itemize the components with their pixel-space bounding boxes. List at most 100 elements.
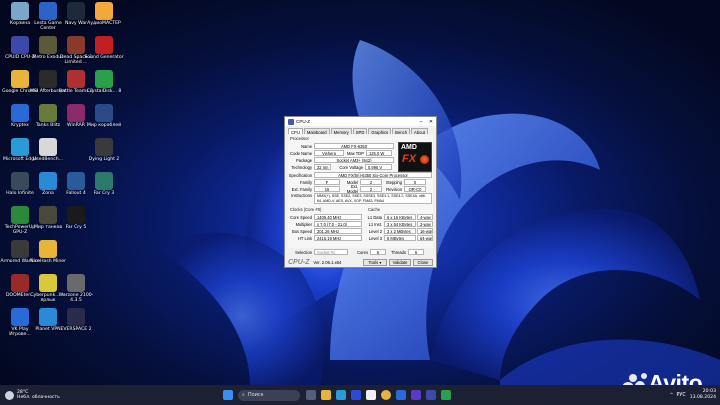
task-view-icon[interactable] — [305, 390, 316, 400]
bus-speed-value: 201.26 MHz — [314, 228, 362, 234]
cpu-name-value: AMD FX-6350 — [314, 143, 394, 149]
threads-label: Threads — [390, 249, 406, 255]
tab-graphics[interactable]: Graphics — [368, 128, 392, 135]
revision-value: OR-C0 — [404, 186, 426, 192]
cpuz-window[interactable]: CPU-Z – ✕ CPU Mainboard Memory SPD Graph… — [284, 116, 437, 268]
level3-value: 8 MBytes — [384, 235, 416, 241]
tools-button[interactable]: Tools ▾ — [363, 259, 387, 266]
tab-memory[interactable]: Memory — [330, 128, 352, 135]
technology-value: 32 nm — [314, 164, 331, 170]
cpu-tab-panel: Processor Name AMD FX-6350 Code Name Vishe… — [288, 135, 433, 248]
core-speed-label: Core Speed — [290, 214, 312, 220]
store-icon[interactable] — [350, 390, 361, 400]
avito-watermark: Avito — [620, 370, 703, 385]
file-explorer-icon[interactable] — [320, 390, 331, 400]
cache-section-label: Cache — [368, 207, 381, 212]
cpuz-tabs: CPU Mainboard Memory SPD Graphics Bench … — [285, 126, 436, 135]
close-icon[interactable]: ✕ — [426, 119, 436, 125]
vk-play-icon — [11, 308, 29, 326]
amd-fx-logo: AMD FX — [398, 142, 432, 172]
validate-button[interactable]: Validate — [389, 259, 411, 266]
multiplier-value: x 7.0 (7.0 - 21.0) — [314, 221, 362, 227]
tab-about[interactable]: About — [411, 128, 428, 135]
userbenchmark-icon — [39, 138, 57, 156]
desktop-shortcut-label: Far Cry 5 — [65, 225, 87, 230]
desktop-shortcut-label: Warzone 2100-4.3.5 — [58, 293, 94, 304]
ext-family-value: 15 — [314, 186, 340, 192]
app-taskbar-icon[interactable] — [365, 390, 376, 400]
cyberpunk-icon — [39, 274, 57, 292]
level2-assoc: 16-way — [417, 228, 433, 234]
selection-select[interactable]: Socket #1 — [314, 249, 348, 255]
level2-label: Level 2 — [368, 228, 382, 234]
amd-logo-text: AMD — [401, 144, 417, 151]
chevron-up-icon[interactable]: ^ — [670, 393, 674, 398]
navy-war-icon — [67, 2, 85, 20]
msi-afterburner-icon — [39, 70, 57, 88]
tab-bench[interactable]: Bench — [392, 128, 411, 135]
weather-widget[interactable]: 28°C Небл. облачность — [0, 390, 120, 401]
core-voltage-value: 0.996 V — [365, 164, 392, 170]
language-indicator[interactable]: РУС — [677, 393, 686, 398]
recycle-bin-icon — [11, 2, 29, 20]
level3-assoc: 64-way — [417, 235, 433, 241]
desktop-shortcut-label: UsedBench... — [32, 157, 64, 162]
cpuz-taskbar-icon[interactable] — [425, 390, 436, 400]
desktop-shortcut-label: Kryptex — [11, 123, 29, 128]
search-box[interactable]: ⌕ Поиск — [238, 389, 300, 401]
level2-value: 3 x 2 MBytes — [384, 228, 416, 234]
search-placeholder: Поиск — [247, 392, 264, 398]
search-icon: ⌕ — [242, 392, 245, 398]
tab-mainboard[interactable]: Mainboard — [303, 128, 330, 135]
tab-spd[interactable]: SPD — [352, 128, 368, 135]
cpuz-app-icon — [288, 118, 294, 125]
instructions-value: MMX(+), SSE, SSE2, SSE3, SSSE3, SSE4.1, … — [314, 193, 432, 204]
app3-taskbar-icon[interactable] — [410, 390, 421, 400]
tab-cpu[interactable]: CPU — [288, 128, 303, 135]
cpuz-titlebar[interactable]: CPU-Z – ✕ — [285, 117, 436, 126]
desktop-shortcut[interactable]: EVERSPACE 2 — [56, 308, 96, 348]
dead-space-icon — [67, 36, 85, 54]
edge-taskbar-icon[interactable] — [335, 390, 346, 400]
halo-infinite-icon — [11, 172, 29, 190]
cores-value: 6 — [370, 249, 386, 255]
battle-teams-icon — [67, 70, 85, 88]
system-tray: ^ РУС 20:03 13.08.2024 — [670, 389, 720, 400]
minimize-icon[interactable]: – — [416, 119, 426, 125]
gpu-z-icon — [11, 206, 29, 224]
tanks-blitz-icon — [39, 104, 57, 122]
l1-inst-label: L1 Inst. — [368, 221, 382, 227]
cpuz-footer: CPU-Z Ver. 2.06.1.x64 Tools ▾ Validate C… — [288, 259, 433, 266]
cpuz-version: Ver. 2.06.1.x64 — [313, 260, 342, 265]
farcry3-icon — [95, 172, 113, 190]
everspace-icon — [67, 308, 85, 326]
fx-logo-mark — [420, 155, 429, 164]
clocks-section-label: Clocks (Core #0) — [290, 207, 322, 212]
desktop-shortcut-label: CrystalDisk... 8 — [86, 89, 122, 94]
ext-family-label: Ext. Family — [291, 186, 312, 192]
weather-desc: Небл. облачность — [17, 395, 60, 400]
start-icon[interactable] — [222, 390, 233, 400]
zona-icon — [39, 172, 57, 190]
fx-logo-text: FX — [402, 153, 417, 165]
app2-taskbar-icon[interactable] — [395, 390, 406, 400]
audiomaster-icon — [95, 2, 113, 20]
l1-data-label: L1 Data — [367, 214, 382, 220]
desktop-shortcut-label: Sound Generator — [84, 55, 124, 60]
app4-taskbar-icon[interactable] — [440, 390, 451, 400]
close-button[interactable]: Close — [413, 259, 433, 266]
doom-icon — [11, 274, 29, 292]
clock-date: 13.08.2024 — [689, 395, 716, 400]
avito-text: Avito — [648, 370, 703, 385]
nicehash-icon — [39, 240, 57, 258]
winrar-icon — [67, 104, 85, 122]
chrome-taskbar-icon[interactable] — [380, 390, 391, 400]
ht-link-label: HT Link — [297, 235, 312, 241]
lesta-game-center-icon — [39, 2, 57, 20]
clock[interactable]: 20:03 13.08.2024 — [690, 389, 716, 400]
l1-data-assoc: 4-way — [417, 214, 433, 220]
model-value: 2 — [360, 179, 382, 185]
taskbar: 28°C Небл. облачность ⌕ Поиск ^ РУС 20:03… — [0, 385, 720, 405]
mir-tankov-icon — [39, 206, 57, 224]
desktop-shortcut-label: Far Cry 3 — [93, 191, 115, 196]
